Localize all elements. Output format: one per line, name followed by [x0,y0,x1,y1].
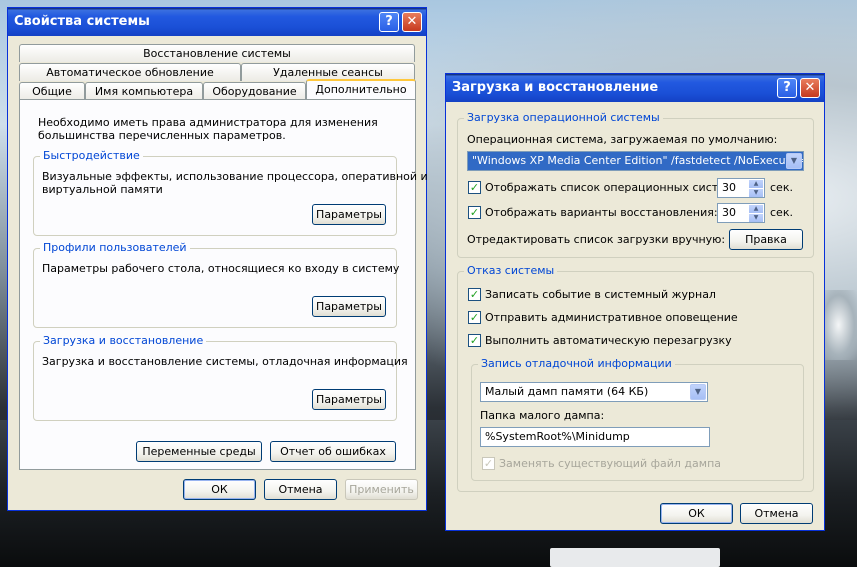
show-os-list-checkbox[interactable]: ✓ [468,181,481,194]
write-event-label: Записать событие в системный журнал [485,288,716,301]
debug-info-group: Запись отладочной информации Малый дамп … [471,357,804,481]
default-os-label: Операционная система, загружаемая по умо… [467,133,778,146]
edit-boot-list-label: Отредактировать список загрузки вручную: [467,233,726,246]
default-os-dropdown[interactable]: "Windows XP Media Center Edition" /fastd… [467,151,804,171]
tab-hardware[interactable]: Оборудование [203,82,306,100]
performance-group: Быстродействие Визуальные эффекты, испол… [33,149,428,236]
spin-up-icon[interactable]: ▲ [749,180,763,188]
startup-recovery-group: Загрузка и восстановление Загрузка и вос… [33,334,408,421]
default-os-value: "Windows XP Media Center Edition" /fastd… [472,154,804,167]
startup-recovery-window: Загрузка и восстановление ? ✕ Загрузка о… [445,73,825,531]
title-bar[interactable]: Свойства системы ? ✕ [8,8,426,36]
system-failure-legend: Отказ системы [464,264,558,277]
environment-variables-button[interactable]: Переменные среды [136,441,262,462]
close-button[interactable]: ✕ [402,12,422,32]
overwrite-label: Заменять существующий файл дампа [499,457,722,470]
dump-type-dropdown[interactable]: Малый дамп памяти (64 КБ) ▼ [480,382,708,402]
tab-computer-name[interactable]: Имя компьютера [85,82,203,100]
show-os-list-label: Отображать список операционных систем: [485,181,737,194]
close-button-2[interactable]: ✕ [800,78,820,98]
dump-folder-label: Папка малого дампа: [480,409,605,422]
tab-general[interactable]: Общие [19,82,85,100]
performance-text-2: виртуальной памяти [42,183,163,196]
tab-automatic-updates[interactable]: Автоматическое обновление [19,63,241,81]
performance-legend: Быстродействие [40,149,143,162]
startup-recovery-settings-button[interactable]: Параметры [312,389,386,410]
performance-text-1: Визуальные эффекты, использование процес… [42,170,428,183]
wallpaper-plate [550,548,720,567]
system-startup-legend: Загрузка операционной системы [464,111,663,124]
ok-button-2[interactable]: ОК [660,503,733,524]
edit-button[interactable]: Правка [729,229,803,250]
debug-info-legend: Запись отладочной информации [478,357,675,370]
auto-restart-checkbox[interactable]: ✓ [468,334,481,347]
dump-folder-input[interactable]: %SystemRoot%\Minidump [480,427,710,447]
auto-restart-label: Выполнить автоматическую перезагрузку [485,334,732,347]
performance-settings-button[interactable]: Параметры [312,204,386,225]
sec-label-2: сек. [770,206,793,219]
user-profiles-legend: Профили пользователей [40,241,190,254]
intro-line-2: большинства перечисленных параметров. [38,129,286,142]
spin-up-icon[interactable]: ▲ [749,205,763,213]
overwrite-checkbox[interactable]: ✓ [482,457,495,470]
write-event-checkbox[interactable]: ✓ [468,288,481,301]
system-startup-group: Загрузка операционной системы Операционн… [457,111,814,258]
window-title: Свойства системы [14,14,150,29]
tab-advanced[interactable]: Дополнительно [306,79,416,100]
help-button-2[interactable]: ? [777,78,797,98]
chevron-down-icon[interactable]: ▼ [690,384,706,400]
tab-system-restore[interactable]: Восстановление системы [19,44,415,62]
send-alert-label: Отправить административное оповещение [485,311,738,324]
help-button[interactable]: ? [379,12,399,32]
show-os-list-spinner[interactable]: 30 ▲ ▼ [717,178,765,198]
wallpaper-headlight [820,290,857,360]
sec-label-1: сек. [770,181,793,194]
title-bar-2[interactable]: Загрузка и восстановление ? ✕ [446,74,824,102]
system-failure-group: Отказ системы ✓ Записать событие в систе… [457,264,814,492]
dump-folder-value: %SystemRoot%\Minidump [485,430,630,443]
chevron-down-icon[interactable]: ▼ [786,153,802,169]
error-reporting-button[interactable]: Отчет об ошибках [270,441,396,462]
dump-type-value: Малый дамп памяти (64 КБ) [485,385,649,398]
advanced-tab-panel: Необходимо иметь права администратора дл… [19,99,428,470]
user-profiles-group: Профили пользователей Параметры рабочего… [33,241,400,328]
send-alert-checkbox[interactable]: ✓ [468,311,481,324]
show-recovery-label: Отображать варианты восстановления: [485,206,718,219]
show-recovery-checkbox[interactable]: ✓ [468,206,481,219]
system-properties-window: Свойства системы ? ✕ Восстановление сист… [7,7,428,511]
intro-line-1: Необходимо иметь права администратора дл… [38,116,378,129]
show-recovery-value: 30 [722,206,736,219]
show-recovery-spinner[interactable]: 30 ▲ ▼ [717,203,765,223]
ok-button[interactable]: ОК [183,479,256,500]
apply-button[interactable]: Применить [345,479,418,500]
user-profiles-text: Параметры рабочего стола, относящиеся ко… [42,262,400,275]
user-profiles-settings-button[interactable]: Параметры [312,296,386,317]
show-os-list-value: 30 [722,181,736,194]
cancel-button-2[interactable]: Отмена [740,503,813,524]
spin-down-icon[interactable]: ▼ [749,214,763,222]
startup-recovery-text: Загрузка и восстановление системы, отлад… [42,355,408,368]
startup-recovery-legend: Загрузка и восстановление [40,334,207,347]
spin-down-icon[interactable]: ▼ [749,189,763,197]
cancel-button[interactable]: Отмена [264,479,337,500]
window-title-2: Загрузка и восстановление [452,80,659,95]
